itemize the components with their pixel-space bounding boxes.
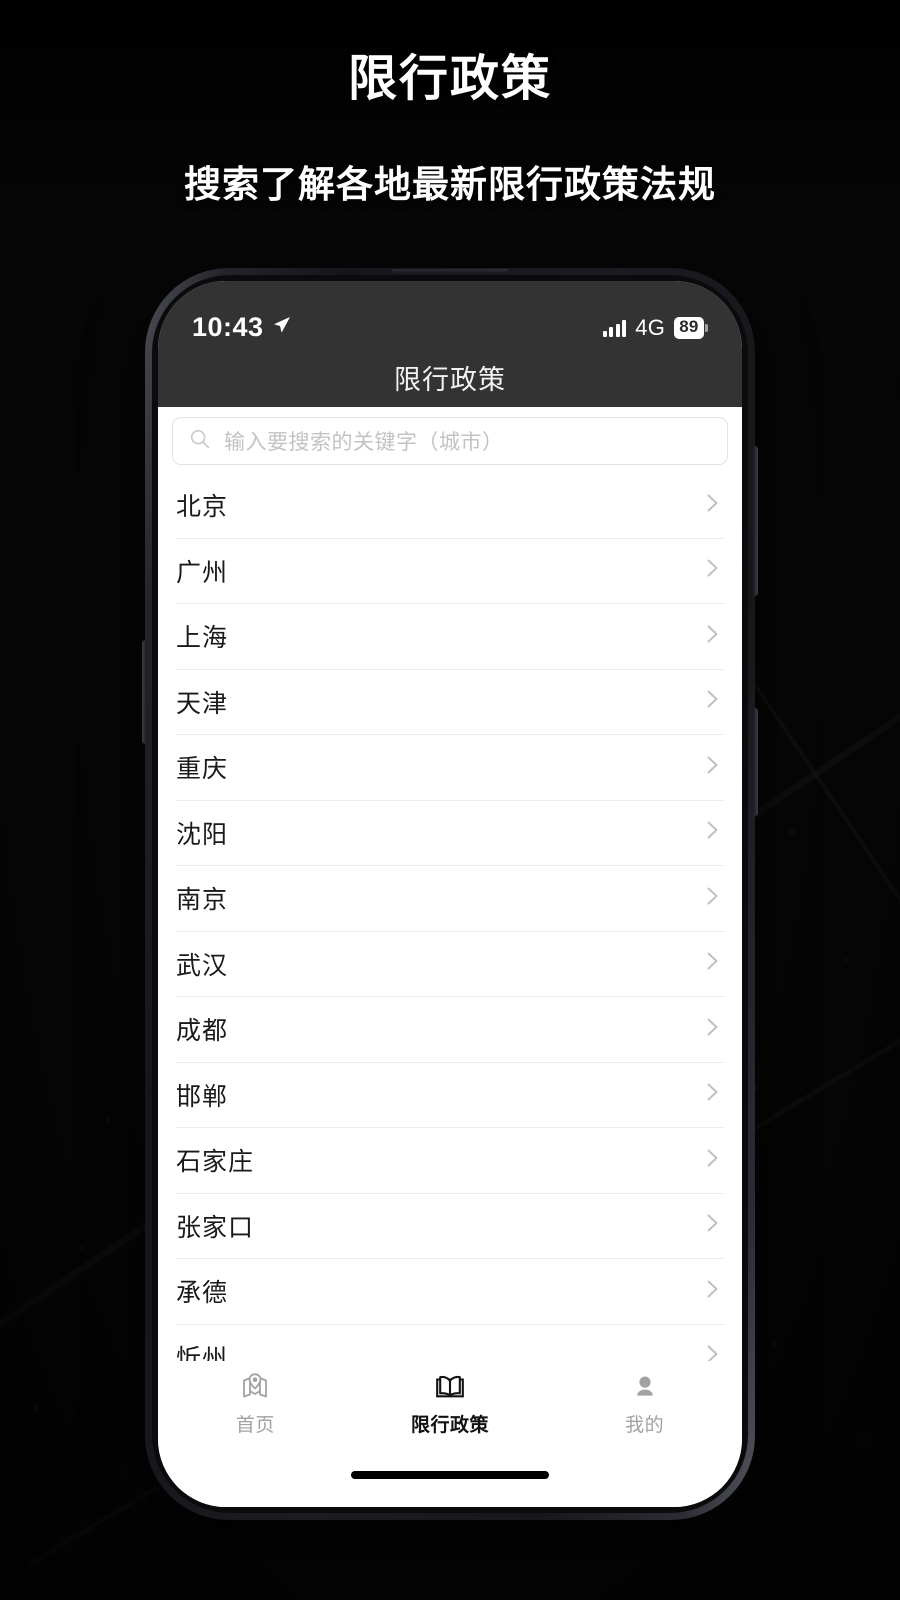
signal-bars-icon	[602, 319, 627, 337]
promo-block: 限行政策 搜索了解各地最新限行政策法规	[0, 0, 900, 205]
tab-mine[interactable]: 我的	[570, 1369, 720, 1437]
city-name: 广州	[176, 558, 229, 587]
city-name: 张家口	[176, 1213, 255, 1242]
home-indicator[interactable]	[351, 1471, 549, 1479]
tab-label: 首页	[235, 1415, 275, 1436]
status-time: 10:43	[192, 312, 264, 342]
page-title: 限行政策	[347, 52, 552, 106]
chevron-right-icon	[700, 884, 724, 913]
city-list-item[interactable]: 武汉	[176, 932, 724, 997]
city-name: 重庆	[176, 755, 229, 784]
chevron-right-icon	[700, 753, 724, 782]
battery-level-label: 89	[674, 317, 704, 339]
chevron-right-icon	[700, 556, 724, 585]
earpiece-grille	[392, 269, 508, 275]
phone-right-button-volume[interactable]	[753, 446, 758, 596]
status-bar: 10:43 4G 89	[158, 281, 742, 347]
tab-label: 限行政策	[410, 1415, 489, 1436]
chevron-right-icon	[700, 818, 724, 847]
phone-screen: 10:43 4G 89 限行政策 输入要搜索的关键字（城市） 北京 广州 上海 …	[158, 281, 742, 1507]
search-placeholder: 输入要搜索的关键字（城市）	[224, 431, 504, 454]
city-list[interactable]: 北京广州上海天津重庆沈阳南京武汉成都邯郸石家庄张家口承德忻州	[158, 473, 742, 1361]
city-list-item[interactable]: 邯郸	[176, 1063, 724, 1128]
chevron-right-icon	[700, 1015, 724, 1044]
phone-mockup: 10:43 4G 89 限行政策 输入要搜索的关键字（城市） 北京 广州 上海 …	[142, 268, 758, 1520]
search-icon	[188, 427, 212, 456]
battery-icon: 89	[674, 317, 708, 339]
city-list-item[interactable]: 广州	[176, 539, 724, 604]
city-name: 武汉	[176, 951, 229, 980]
chevron-right-icon	[700, 1342, 724, 1361]
phone-right-button-power[interactable]	[753, 708, 758, 816]
map-pin-icon	[239, 1369, 271, 1403]
city-name: 天津	[176, 689, 229, 718]
battery-cap	[705, 324, 708, 332]
city-name: 石家庄	[176, 1148, 255, 1177]
tab-home[interactable]: 首页	[180, 1369, 330, 1437]
network-type-label: 4G	[635, 315, 666, 340]
city-name: 上海	[176, 624, 229, 653]
city-list-item[interactable]: 成都	[176, 997, 724, 1063]
city-list-item[interactable]: 北京	[176, 473, 724, 539]
chevron-right-icon	[700, 1211, 724, 1240]
chevron-right-icon	[700, 491, 724, 520]
home-indicator-area	[158, 1465, 742, 1507]
city-name: 承德	[176, 1279, 229, 1308]
location-arrow-icon	[271, 315, 291, 340]
tab-bar: 首页 限行政策 我的	[158, 1361, 742, 1465]
city-list-item[interactable]: 石家庄	[176, 1128, 724, 1194]
tab-policy[interactable]: 限行政策	[375, 1369, 525, 1437]
chevron-right-icon	[700, 1146, 724, 1175]
chevron-right-icon	[700, 1080, 724, 1109]
city-name: 忻州	[176, 1344, 229, 1361]
nav-bar: 限行政策	[158, 347, 742, 407]
search-area: 输入要搜索的关键字（城市）	[158, 407, 742, 473]
city-list-item[interactable]: 重庆	[176, 735, 724, 801]
city-name: 南京	[176, 886, 229, 915]
nav-bar-title: 限行政策	[394, 364, 506, 395]
open-book-icon	[434, 1369, 466, 1403]
city-list-item[interactable]: 上海	[176, 604, 724, 670]
person-icon	[629, 1369, 661, 1403]
tab-label: 我的	[625, 1415, 665, 1436]
city-list-item[interactable]: 承德	[176, 1259, 724, 1325]
page-subtitle: 搜索了解各地最新限行政策法规	[184, 164, 716, 205]
city-list-item[interactable]: 天津	[176, 670, 724, 735]
city-name: 成都	[176, 1017, 229, 1046]
status-bar-left: 10:43	[192, 314, 291, 341]
status-bar-right: 4G 89	[602, 315, 708, 341]
city-name: 邯郸	[176, 1082, 229, 1111]
chevron-right-icon	[700, 1277, 724, 1306]
city-name: 沈阳	[176, 820, 229, 849]
city-list-item[interactable]: 忻州	[176, 1325, 724, 1361]
chevron-right-icon	[700, 687, 724, 716]
city-name: 北京	[176, 493, 229, 522]
chevron-right-icon	[700, 949, 724, 978]
search-input[interactable]: 输入要搜索的关键字（城市）	[172, 417, 728, 465]
phone-left-button[interactable]	[142, 640, 147, 744]
city-list-item[interactable]: 南京	[176, 866, 724, 932]
city-list-item[interactable]: 沈阳	[176, 801, 724, 866]
chevron-right-icon	[700, 622, 724, 651]
city-list-item[interactable]: 张家口	[176, 1194, 724, 1259]
